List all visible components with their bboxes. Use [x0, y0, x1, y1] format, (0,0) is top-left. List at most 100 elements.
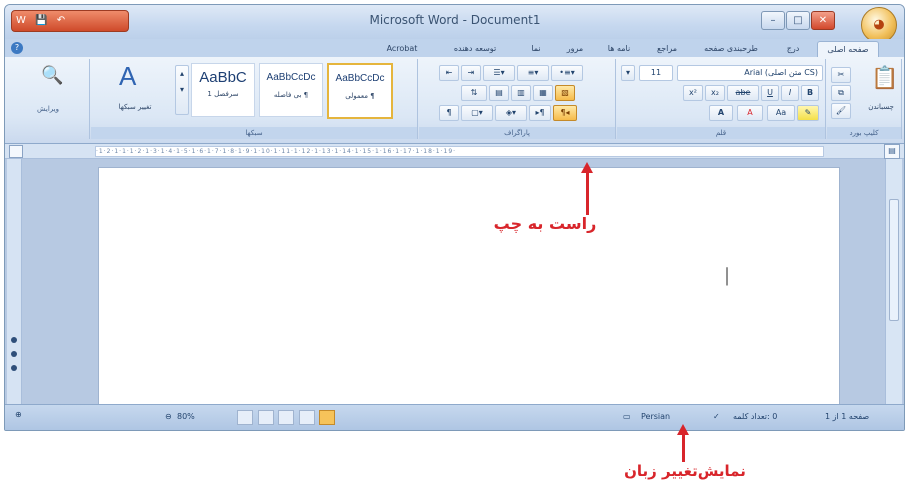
- full-screen-icon[interactable]: [257, 410, 274, 425]
- increase-indent-icon[interactable]: ⇥: [461, 65, 481, 81]
- ruler-track[interactable]: ·1·2·1·1·1·2·1·3·1·4·1·5·1·6·1·7·1·8·1·9…: [95, 146, 824, 157]
- ribbon-tabs: ? صفحه اصلی درج طرحبندی صفحه مراجع نامه …: [5, 39, 904, 58]
- undo-icon[interactable]: ↶: [57, 15, 65, 26]
- macro-icon[interactable]: ▭: [623, 412, 631, 421]
- tab-home[interactable]: صفحه اصلی: [817, 41, 879, 57]
- help-icon[interactable]: ?: [11, 42, 23, 54]
- align-center-icon[interactable]: ▦: [533, 85, 553, 101]
- tab-acrobat[interactable]: Acrobat: [375, 41, 429, 56]
- rtl-arrow-head: [581, 162, 593, 173]
- word-window: W 💾 ↶ Microsoft Word - Document1 – □ ✕ ◕…: [4, 4, 905, 431]
- multilevel-list-icon[interactable]: ☰▾: [483, 65, 515, 81]
- document-page[interactable]: |: [98, 167, 840, 406]
- highlight-icon[interactable]: ✎: [797, 105, 819, 121]
- style-no-spacing[interactable]: AaBbCcDc ¶ بی فاصله: [259, 63, 323, 117]
- style-no-spacing-name: ¶ بی فاصله: [273, 91, 309, 99]
- zoom-in-icon[interactable]: ⊕: [15, 410, 22, 419]
- style-no-spacing-sample: AaBbCcDc: [266, 72, 316, 83]
- document-area: |: [5, 159, 904, 406]
- tab-references[interactable]: مراجع: [645, 41, 689, 56]
- tab-selector[interactable]: [9, 145, 23, 158]
- sort-icon[interactable]: ⇅: [461, 85, 487, 101]
- language-arrow-line: [682, 432, 685, 462]
- align-justify-icon[interactable]: ▤: [489, 85, 509, 101]
- change-styles-icon[interactable]: A: [119, 61, 136, 92]
- styles-group-label: سبکها: [91, 127, 417, 139]
- ltr-button[interactable]: ▸¶: [529, 105, 551, 121]
- scrollbar-thumb[interactable]: [889, 199, 899, 321]
- style-heading1-sample: AaBbC: [199, 69, 247, 86]
- save-icon[interactable]: 💾: [35, 15, 47, 26]
- bullets-icon[interactable]: •≡▾: [551, 65, 583, 81]
- paragraph-group-label: پاراگراف: [419, 127, 615, 139]
- ruler-dot-icon: [11, 365, 17, 371]
- grow-font-button[interactable]: A: [709, 105, 733, 121]
- align-left-icon[interactable]: ▧: [555, 85, 575, 101]
- view-ruler-icon[interactable]: ▤: [884, 144, 900, 159]
- subscript-button[interactable]: x₂: [705, 85, 725, 101]
- align-right-icon[interactable]: ▥: [511, 85, 531, 101]
- tab-mailings[interactable]: نامه ها: [597, 41, 641, 56]
- zoom-level[interactable]: 80%: [177, 412, 195, 421]
- vertical-ruler[interactable]: [7, 159, 22, 404]
- style-normal[interactable]: AaBbCcDc ¶ معمولی: [327, 63, 393, 119]
- bold-button[interactable]: B: [801, 85, 819, 101]
- outline-icon[interactable]: [298, 410, 315, 425]
- close-button[interactable]: ✕: [811, 11, 835, 30]
- change-styles-label[interactable]: تغییر سبکها: [107, 103, 163, 111]
- find-icon[interactable]: 🔍: [41, 65, 63, 86]
- editing-group-label[interactable]: ویرایش: [7, 103, 89, 115]
- strikethrough-button[interactable]: abe: [727, 85, 759, 101]
- font-name-select[interactable]: Arial (متن اصلی CS): [677, 65, 823, 81]
- decrease-indent-icon[interactable]: ⇤: [439, 65, 459, 81]
- tab-view[interactable]: نما: [521, 41, 551, 56]
- format-painter-icon[interactable]: 🖌: [831, 103, 851, 119]
- editing-group: 🔍 ویرایش: [7, 59, 90, 139]
- print-layout-icon[interactable]: [237, 410, 253, 425]
- word-icon[interactable]: W: [16, 15, 26, 26]
- proofing-icon[interactable]: ✓: [713, 412, 720, 421]
- font-size-select[interactable]: 11: [639, 65, 673, 81]
- style-heading1[interactable]: AaBbC سرفصل 1: [191, 63, 255, 117]
- draft-icon[interactable]: [319, 410, 336, 425]
- paste-label[interactable]: چسباندن: [863, 103, 899, 111]
- word-count[interactable]: 0 :تعداد کلمه: [733, 412, 777, 421]
- font-group-label: قلم: [617, 127, 825, 139]
- underline-button[interactable]: U: [761, 85, 779, 101]
- vertical-scrollbar[interactable]: [885, 159, 902, 404]
- shading-icon[interactable]: ◈▾: [495, 105, 527, 121]
- minimize-button[interactable]: –: [761, 11, 785, 30]
- rtl-button[interactable]: ¶◂: [553, 105, 577, 121]
- italic-button[interactable]: I: [781, 85, 799, 101]
- page-count[interactable]: صفحه 1 از 1: [825, 412, 869, 421]
- office-button[interactable]: ◕: [861, 7, 897, 43]
- paste-icon[interactable]: 📋: [871, 65, 898, 91]
- font-dialog-icon[interactable]: ▾: [621, 65, 635, 81]
- clipboard-group: 📋 چسباندن ✂ ⧉ 🖌 کلیپ بورد: [827, 59, 902, 139]
- web-layout-icon[interactable]: [278, 410, 295, 425]
- change-case-button[interactable]: Aa: [767, 105, 795, 121]
- language-indicator[interactable]: Persian: [641, 412, 670, 421]
- styles-scroll-icon[interactable]: ▴ ▾: [175, 65, 189, 115]
- tab-review[interactable]: مرور: [557, 41, 593, 56]
- borders-icon[interactable]: ▢▾: [461, 105, 493, 121]
- tab-developer[interactable]: توسعه دهنده: [435, 41, 515, 56]
- maximize-button[interactable]: □: [786, 11, 810, 30]
- cut-icon[interactable]: ✂: [831, 67, 851, 83]
- tab-page-layout[interactable]: طرحبندی صفحه: [695, 41, 767, 56]
- tab-insert[interactable]: درج: [775, 41, 811, 56]
- show-marks-icon[interactable]: ¶: [439, 105, 459, 121]
- quick-access-toolbar[interactable]: W 💾 ↶: [11, 10, 129, 32]
- superscript-button[interactable]: x²: [683, 85, 703, 101]
- view-buttons: [237, 410, 337, 425]
- language-annotation: نمایش‌تغییر زبان: [624, 462, 746, 480]
- zoom-out-icon[interactable]: ⊖: [165, 412, 172, 421]
- ruler-dot-icon: [11, 337, 17, 343]
- text-cursor: |: [725, 264, 730, 286]
- style-normal-sample: AaBbCcDc: [335, 73, 385, 84]
- font-color-button[interactable]: A: [737, 105, 763, 121]
- horizontal-ruler: ·1·2·1·1·1·2·1·3·1·4·1·5·1·6·1·7·1·8·1·9…: [5, 144, 904, 159]
- numbering-icon[interactable]: ≡▾: [517, 65, 549, 81]
- copy-icon[interactable]: ⧉: [831, 85, 851, 101]
- ribbon: 📋 چسباندن ✂ ⧉ 🖌 کلیپ بورد ▾ Arial (متن ا…: [5, 57, 904, 144]
